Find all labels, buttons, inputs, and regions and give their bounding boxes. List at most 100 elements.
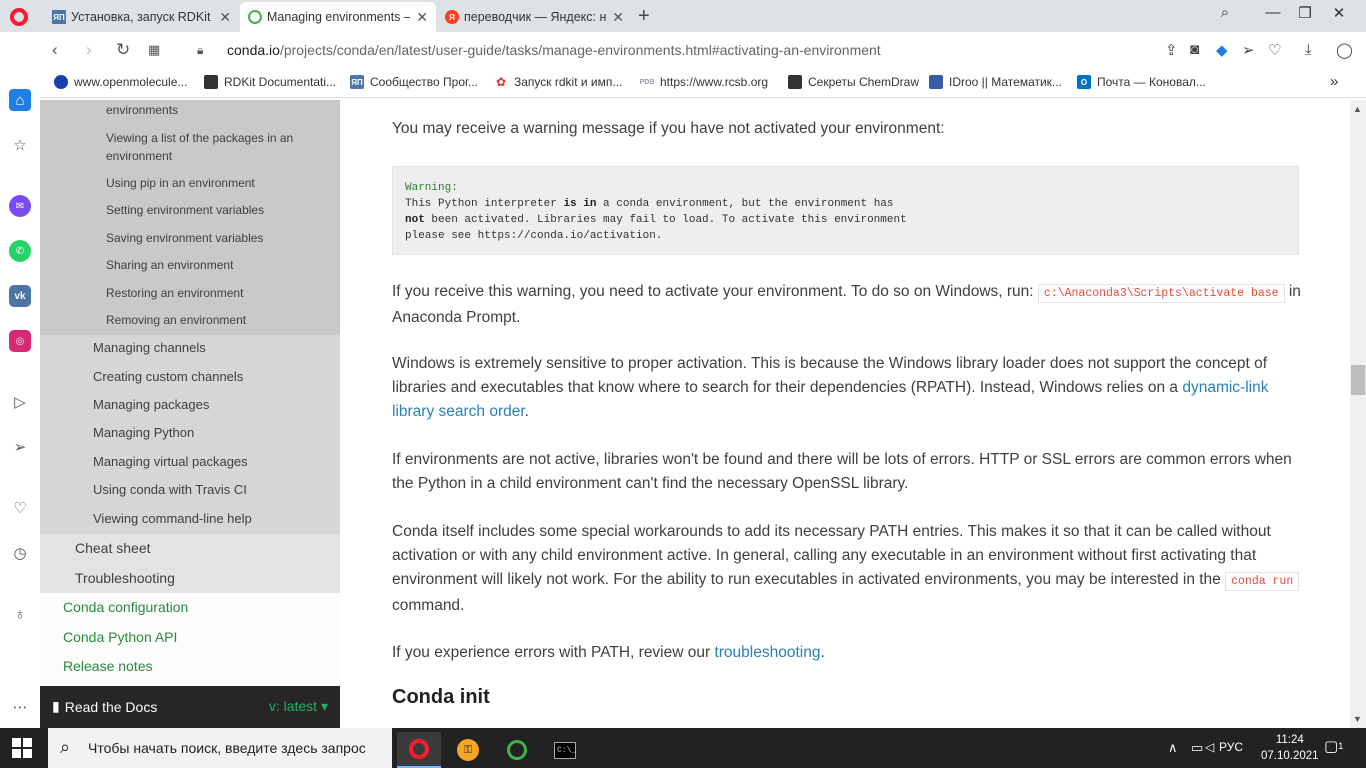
tab-managing-environments[interactable]: Managing environments — ✕ [240, 2, 436, 32]
nav-item[interactable]: Using pip in an environment [106, 174, 306, 192]
home-icon[interactable]: ⌂ [9, 89, 31, 111]
search-placeholder: Чтобы начать поиск, введите здесь запрос [88, 740, 366, 756]
nav-item[interactable]: Managing channels [93, 340, 206, 355]
scrollbar[interactable]: ▲ ▼ [1350, 100, 1366, 728]
more-icon[interactable]: ⋯ [9, 696, 31, 718]
more-bookmarks-icon[interactable]: » [1330, 73, 1338, 90]
forward-icon[interactable]: › [86, 40, 92, 60]
bulb-icon[interactable]: ♁ [9, 603, 31, 625]
instagram-icon[interactable]: ◎ [9, 330, 31, 352]
nav-item[interactable]: Managing packages [93, 397, 209, 412]
send-icon[interactable]: ➢ [9, 436, 31, 458]
speed-dial-icon[interactable]: ☆ [9, 134, 31, 156]
reload-icon[interactable]: ↻ [116, 40, 130, 60]
scroll-up-icon[interactable]: ▲ [1353, 104, 1362, 114]
nav-item[interactable]: Conda configuration [63, 599, 188, 615]
opera-menu-icon[interactable] [10, 8, 28, 26]
bookmark-rdkit-docs[interactable]: RDKit Documentati... [204, 75, 336, 89]
profile-icon[interactable]: ◯ [1336, 41, 1353, 59]
whatsapp-icon[interactable]: ✆ [9, 240, 31, 262]
docs-sidebar-nav: environments Viewing a list of the packa… [40, 100, 340, 728]
download-icon[interactable]: ⤓ [1305, 41, 1312, 58]
nav-item[interactable]: Viewing command-line help [93, 511, 252, 526]
nav-item[interactable]: Sharing an environment [106, 256, 306, 274]
volume-icon[interactable]: ◁ [1205, 740, 1214, 754]
close-icon[interactable]: ✕ [219, 9, 231, 26]
nav-item[interactable]: Cheat sheet [75, 540, 151, 556]
nav-item[interactable]: environments [106, 101, 306, 119]
tab-rdkit[interactable]: ЯП Установка, запуск RDKit и ✕ [44, 4, 239, 30]
nav-item[interactable]: Restoring an environment [106, 284, 306, 302]
read-the-docs-flyout[interactable]: ▮ Read the Docs v: latest ▾ [40, 686, 340, 728]
inline-code: c:\Anaconda3\Scripts\activate base [1037, 284, 1285, 303]
troubleshooting-link[interactable]: troubleshooting [714, 644, 820, 661]
bookmark-label: Запуск rdkit и имп... [514, 75, 623, 89]
close-window-icon[interactable]: ✕ [1324, 4, 1354, 22]
heart-icon[interactable]: ♡ [1268, 41, 1281, 59]
vk-icon[interactable]: vk [9, 285, 31, 307]
main-content: You may receive a warning message if you… [340, 100, 1350, 728]
document-icon [788, 75, 802, 89]
windows-start-icon[interactable] [12, 738, 32, 758]
tabs-grid-icon[interactable]: ▦ [148, 42, 160, 58]
nav-item[interactable]: Release notes [63, 658, 153, 674]
bookmark-rdkit-launch[interactable]: ✿ Запуск rdkit и имп... [494, 75, 622, 89]
paragraph-intro: You may receive a warning message if you… [392, 120, 945, 137]
clock[interactable]: 11:24 07.10.2021 [1261, 732, 1319, 764]
nav-item[interactable]: Using conda with Travis CI [93, 482, 247, 497]
tray-expand-icon[interactable]: ∧ [1168, 740, 1178, 756]
camera-icon[interactable]: ◙ [1190, 41, 1199, 58]
language-indicator[interactable]: РУС [1219, 740, 1243, 754]
bookmark-label: Почта — Коновал... [1097, 75, 1206, 89]
nav-item[interactable]: Creating custom channels [93, 369, 243, 384]
scrollbar-thumb[interactable] [1351, 365, 1365, 395]
taskbar-search[interactable]: ⌕ Чтобы начать поиск, введите здесь запр… [48, 728, 392, 768]
tab-label: Установка, запуск RDKit и [71, 10, 214, 24]
history-icon[interactable]: ◷ [9, 542, 31, 564]
nav-item[interactable]: Saving environment variables [106, 229, 306, 247]
nav-item[interactable]: Conda Python API [63, 629, 177, 645]
notification-count: 1 [1338, 741, 1344, 751]
bookmark-idroo[interactable]: IDroo || Математик... [929, 75, 1062, 89]
text: If you receive this warning, you need to… [392, 283, 1038, 300]
anaconda-icon [507, 740, 527, 760]
nav-level3-group: Managing channels Creating custom channe… [40, 335, 340, 534]
nav-item[interactable]: Removing an environment [106, 311, 306, 329]
player-icon[interactable]: ▷ [9, 391, 31, 413]
tab-yandex-translate[interactable]: Я переводчик — Яндекс: на ✕ [437, 4, 632, 30]
bookmark-chemdraw[interactable]: Секреты ChemDraw [788, 75, 919, 89]
back-icon[interactable]: ‹ [52, 40, 58, 60]
nav-item[interactable]: Managing Python [93, 425, 194, 440]
bookmark-mail[interactable]: O Почта — Коновал... [1077, 75, 1206, 89]
bookmark-community[interactable]: ЯП Сообщество Прог... [350, 75, 478, 89]
heart-icon[interactable]: ♡ [9, 497, 31, 519]
taskbar-cmd[interactable]: C:\_ [543, 732, 587, 768]
nav-item[interactable]: Troubleshooting [75, 570, 175, 586]
minimize-icon[interactable]: — [1258, 4, 1288, 21]
scroll-down-icon[interactable]: ▼ [1353, 714, 1362, 724]
restore-icon[interactable]: ❐ [1290, 4, 1320, 22]
bookmark-openmolecules[interactable]: www.openmolecule... [54, 75, 187, 89]
vpn-shield-icon[interactable]: ◆ [1216, 41, 1228, 59]
taskbar-opera[interactable] [397, 732, 441, 768]
taskbar-vpn[interactable]: ⚿ [446, 732, 490, 768]
share-icon[interactable]: ⇪ [1165, 41, 1178, 59]
close-icon[interactable]: ✕ [612, 9, 624, 26]
clock-time: 11:24 [1275, 734, 1304, 746]
nav-item[interactable]: Setting environment variables [106, 201, 306, 219]
send-icon[interactable]: ➢ [1242, 41, 1255, 59]
nav-item[interactable]: Viewing a list of the packages in an env… [106, 129, 306, 165]
bookmark-rcsb[interactable]: PDB https://www.rcsb.org [640, 75, 768, 89]
new-tab-plus-icon[interactable]: + [638, 5, 650, 28]
habr-icon: ЯП [350, 75, 364, 89]
url-field[interactable]: conda.io/projects/conda/en/latest/user-g… [227, 42, 881, 58]
notifications-icon[interactable]: ▢1 [1324, 737, 1343, 755]
battery-icon[interactable]: ▭ [1191, 740, 1203, 756]
messenger-icon[interactable]: ✉ [9, 195, 31, 217]
search-tabs-icon[interactable]: ⌕ [1210, 4, 1240, 21]
habr-icon: ЯП [52, 10, 66, 24]
close-icon[interactable]: ✕ [416, 9, 428, 26]
opera-icon [409, 739, 429, 759]
nav-item[interactable]: Managing virtual packages [93, 454, 248, 469]
taskbar-anaconda[interactable] [495, 732, 539, 768]
